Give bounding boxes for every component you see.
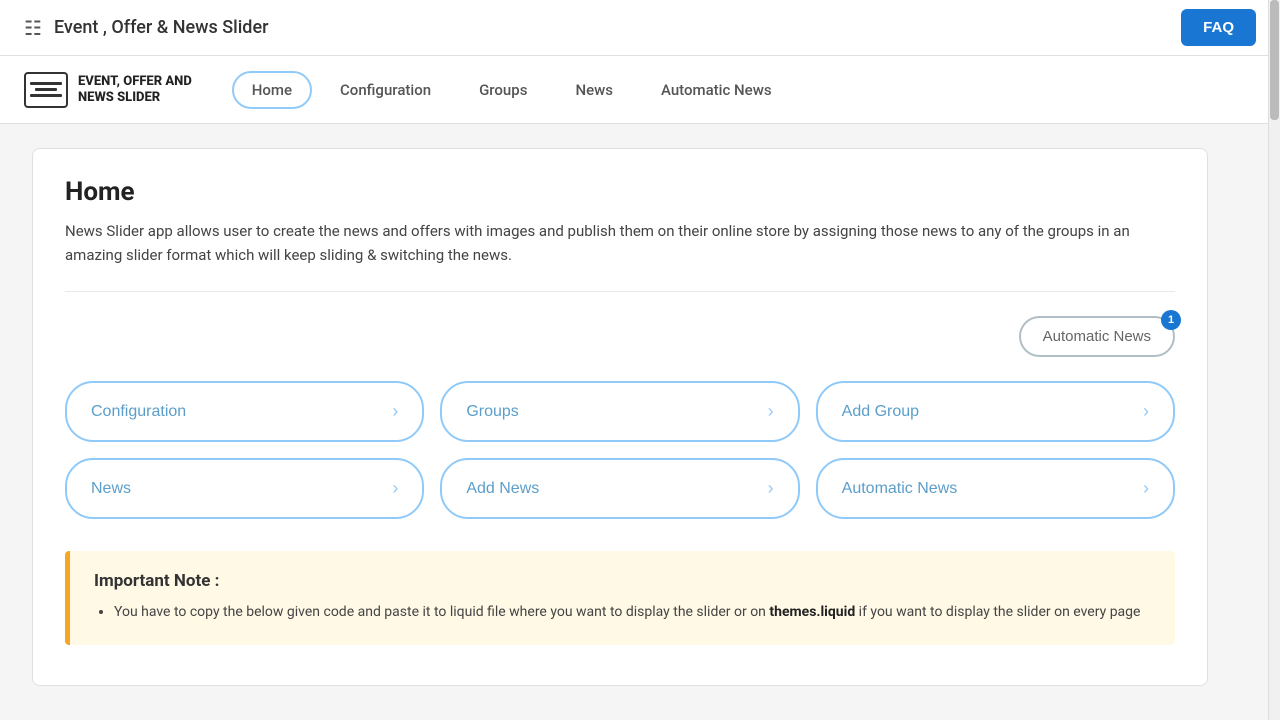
- scrollbar-thumb[interactable]: [1270, 0, 1279, 120]
- logo-line-3: [30, 94, 62, 97]
- automatic-news-button[interactable]: Automatic News ›: [816, 458, 1175, 519]
- chevron-icon: ›: [768, 401, 774, 422]
- faq-button[interactable]: FAQ: [1181, 9, 1256, 46]
- main-content: Home News Slider app allows user to crea…: [0, 124, 1240, 718]
- chevron-icon: ›: [768, 478, 774, 499]
- grid-row-2: News › Add News › Automatic News ›: [65, 458, 1175, 519]
- important-note-item: You have to copy the below given code an…: [114, 601, 1151, 625]
- card-divider: [65, 291, 1175, 292]
- nav-links: Home Configuration Groups News Automatic…: [232, 71, 792, 109]
- logo-line-2: [35, 88, 57, 91]
- add-news-button[interactable]: Add News ›: [440, 458, 799, 519]
- menu-icon: ☷: [24, 16, 42, 40]
- nav-bar: EVENT, OFFER AND NEWS SLIDER Home Config…: [0, 56, 1280, 124]
- nav-link-groups[interactable]: Groups: [459, 71, 547, 109]
- top-bar-left: ☷ Event , Offer & News Slider: [24, 16, 268, 40]
- logo-icon: [24, 72, 68, 108]
- nav-link-configuration[interactable]: Configuration: [320, 71, 451, 109]
- home-description: News Slider app allows user to create th…: [65, 219, 1165, 267]
- chevron-icon: ›: [1143, 478, 1149, 499]
- home-card: Home News Slider app allows user to crea…: [32, 148, 1208, 686]
- logo-text: EVENT, OFFER AND NEWS SLIDER: [78, 74, 192, 105]
- chevron-icon: ›: [392, 401, 398, 422]
- nav-link-automatic-news[interactable]: Automatic News: [641, 71, 792, 109]
- grid-row-1: Configuration › Groups › Add Group ›: [65, 381, 1175, 442]
- automatic-news-badge-button[interactable]: Automatic News 1: [1019, 316, 1175, 357]
- badge-count: 1: [1161, 310, 1181, 330]
- logo-line-1: [30, 82, 62, 85]
- chevron-icon: ›: [392, 478, 398, 499]
- configuration-button[interactable]: Configuration ›: [65, 381, 424, 442]
- nav-logo: EVENT, OFFER AND NEWS SLIDER: [24, 72, 192, 108]
- home-title: Home: [65, 177, 1175, 207]
- nav-link-news[interactable]: News: [555, 71, 633, 109]
- add-group-button[interactable]: Add Group ›: [816, 381, 1175, 442]
- top-bar: ☷ Event , Offer & News Slider FAQ: [0, 0, 1280, 56]
- auto-news-top-area: Automatic News 1: [65, 316, 1175, 357]
- news-button[interactable]: News ›: [65, 458, 424, 519]
- chevron-icon: ›: [1143, 401, 1149, 422]
- nav-link-home[interactable]: Home: [232, 71, 312, 109]
- important-note-list: You have to copy the below given code an…: [94, 601, 1151, 625]
- groups-button[interactable]: Groups ›: [440, 381, 799, 442]
- app-title: Event , Offer & News Slider: [54, 17, 269, 38]
- important-note-title: Important Note :: [94, 571, 1151, 591]
- important-note: Important Note : You have to copy the be…: [65, 551, 1175, 645]
- scrollbar[interactable]: [1268, 0, 1280, 720]
